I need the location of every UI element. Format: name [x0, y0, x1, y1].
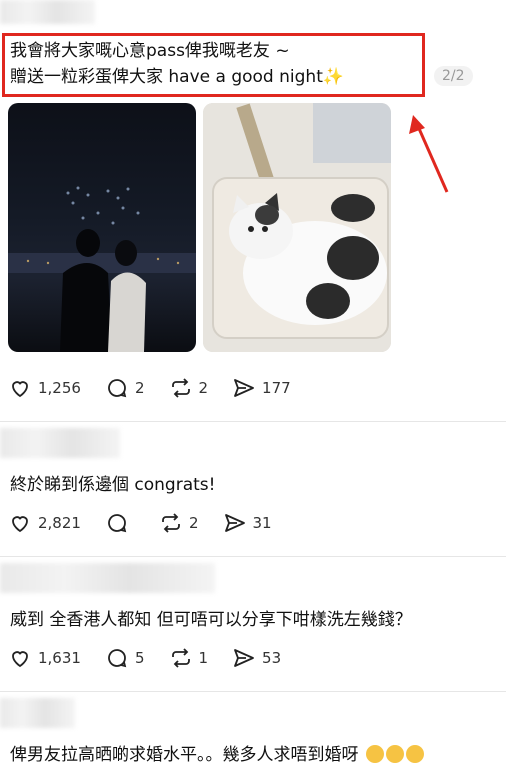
comment-icon [108, 379, 127, 398]
comment-text: 俾男友拉高晒啲求婚水平。。幾多人求唔到婚呀 [10, 740, 424, 765]
repost-button[interactable]: 2 [169, 376, 209, 400]
heart-icon [12, 516, 28, 533]
comment-icon [108, 514, 127, 533]
laughing-emoji-icon [405, 745, 424, 763]
like-count: 2,821 [38, 514, 81, 532]
comment-count: 2 [134, 379, 145, 397]
divider [0, 556, 506, 557]
post-image-night-scene[interactable] [8, 103, 196, 352]
annotation-highlight-box [2, 33, 425, 97]
repost-icon [171, 378, 190, 398]
repost-count: 2 [198, 379, 209, 397]
repost-count: 2 [188, 514, 199, 532]
comment-text: 終於睇到係邊個 congrats! [10, 475, 216, 495]
like-button[interactable]: 1,631 [8, 646, 81, 670]
blurred-username [0, 698, 75, 728]
share-count: 177 [262, 379, 291, 397]
repost-button[interactable]: 2 [159, 511, 199, 535]
comment-actions: 1,631 5 1 53 [8, 646, 305, 670]
share-button[interactable]: 177 [232, 376, 291, 400]
comment-text: 威到 全香港人都知 但可唔可以分享下咁樣洗左幾錢？ [10, 610, 412, 630]
comment-text-body: 俾男友拉高晒啲求婚水平。。幾多人求唔到婚呀 [10, 745, 359, 765]
post-actions: 1,256 2 2 177 [8, 376, 315, 400]
comment-button[interactable] [105, 511, 135, 535]
send-icon [234, 379, 254, 397]
send-icon [224, 514, 245, 532]
divider [0, 691, 506, 692]
like-count: 1,256 [38, 379, 81, 397]
repost-button[interactable]: 1 [169, 646, 209, 670]
page-indicator: 2/2 [434, 66, 473, 86]
like-button[interactable]: 2,821 [8, 511, 81, 535]
share-count: 31 [252, 514, 272, 532]
laughing-emoji-icon [365, 745, 384, 763]
comment-button[interactable]: 2 [105, 376, 145, 400]
share-count: 53 [262, 649, 282, 667]
divider [0, 421, 506, 422]
heart-icon [12, 651, 28, 668]
blurred-username [0, 0, 95, 24]
share-button[interactable]: 53 [232, 646, 281, 670]
post-image-cat[interactable] [203, 103, 391, 352]
like-count: 1,631 [38, 649, 81, 667]
cat-icon [203, 103, 391, 352]
repost-count: 1 [198, 649, 209, 667]
comment-count: 5 [134, 649, 145, 667]
night-scene-icon [8, 186, 196, 352]
annotation-arrow-icon [409, 115, 449, 193]
repost-icon [162, 513, 180, 533]
comment-icon [108, 649, 127, 668]
blurred-username [0, 563, 215, 593]
blurred-username [0, 428, 120, 458]
repost-icon [171, 648, 190, 668]
share-button[interactable]: 31 [223, 511, 272, 535]
laughing-emoji-icon [385, 745, 404, 763]
comment-actions: 2,821 2 31 [8, 511, 296, 535]
comment-button[interactable]: 5 [105, 646, 145, 670]
like-button[interactable]: 1,256 [8, 376, 81, 400]
heart-icon [12, 381, 28, 398]
send-icon [234, 649, 254, 667]
